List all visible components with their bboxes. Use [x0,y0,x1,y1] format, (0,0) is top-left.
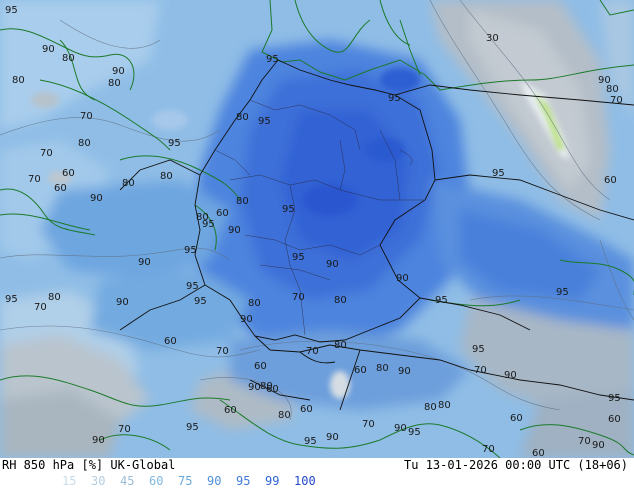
contour-label: 95 [435,295,448,306]
contour-label: 95 [258,116,271,127]
contour-label: 60 [354,365,367,376]
contour-label: 90 [240,314,253,325]
contour-label: 60 [164,336,177,347]
contour-label: 90 [326,432,339,443]
contour-label: 60 [54,183,67,194]
contour-label: 95 [472,344,485,355]
contour-label: 95 [388,93,401,104]
contour-label: 70 [216,346,229,357]
contour-label: 60 [300,404,313,415]
contour-label: 60 [532,448,545,458]
contour-label: 90 [248,382,261,393]
contour-label: 80 [334,340,347,351]
contour-label: 90 [228,225,241,236]
contour-label: 80 [62,53,75,64]
contour-label: 95 [186,422,199,433]
contour-label: 60 [604,175,617,186]
legend-item: 90 [207,474,222,488]
contour-label: 90 [592,440,605,451]
contour-label: 95 [304,436,317,447]
contour-label: 90 [92,435,105,446]
contour-label: 80 [78,138,91,149]
contour-label: 70 [306,346,319,357]
contour-label: 60 [510,413,523,424]
map-title: RH 850 hPa [%] UK-Global [2,458,176,472]
contour-label: 90 [396,273,409,284]
valid-time: Tu 13-01-2026 00:00 UTC (18+06) [404,458,628,472]
contour-label: 95 [282,204,295,215]
contour-label: 95 [184,245,197,256]
contour-label: 90 [90,193,103,204]
contour-label: 60 [216,208,229,219]
contour-label: 95 [194,296,207,307]
contour-label: 80 [236,112,249,123]
contour-label: 95 [492,168,505,179]
contour-label: 70 [578,436,591,447]
contour-label: 80 [248,298,261,309]
contour-label: 70 [118,424,131,435]
contour-label: 80 [48,292,61,303]
contour-label: 90 [394,423,407,434]
contour-label: 70 [474,365,487,376]
weather-map: 95 90 80 80 90 80 70 80 70 60 70 60 95 8… [0,0,634,458]
contour-label: 95 [202,219,215,230]
contour-label: 95 [608,393,621,404]
legend-item: 99 [265,474,280,488]
contour-label: 95 [5,5,18,16]
legend-item: 95 [236,474,251,488]
contour-label: 95 [5,294,18,305]
contour-label: 95 [292,252,305,263]
contour-label: 80 [122,178,135,189]
contour-label: 30 [486,33,499,44]
contour-label: 70 [362,419,375,430]
legend-item: 100 [294,474,316,488]
contour-label: 95 [266,54,279,65]
contour-label: 70 [28,174,41,185]
legend-item: 30 [91,474,106,488]
legend-item: 60 [149,474,164,488]
legend-item: 15 [62,474,77,488]
contour-label: 70 [610,95,623,106]
contour-label: 80 [334,295,347,306]
contour-label: 90 [42,44,55,55]
contour-label: 80 [278,410,291,421]
legend-item: 75 [178,474,193,488]
contour-label: 60 [608,414,621,425]
contour-label: 90 [112,66,125,77]
contour-label: 80 [236,196,249,207]
contour-label: 95 [168,138,181,149]
contour-label: 80 [424,402,437,413]
contour-label: 70 [40,148,53,159]
contour-label: 60 [224,405,237,416]
contour-label: 90 [326,259,339,270]
contour-label: 80 [108,78,121,89]
legend-item: 45 [120,474,135,488]
contour-label: 95 [408,427,421,438]
contour-label: 70 [292,292,305,303]
contour-label: 95 [556,287,569,298]
contour-label: 70 [34,302,47,313]
contour-label: 60 [62,168,75,179]
contour-label: 90 [138,257,151,268]
contour-label: 80 [12,75,25,86]
contour-label: 70 [482,444,495,455]
contour-label: 80 [438,400,451,411]
contour-label: 80 [606,84,619,95]
contour-label: 70 [80,111,93,122]
rh-850hpa-map: 95 90 80 80 90 80 70 80 70 60 70 60 95 8… [0,0,634,458]
contour-label: 80 [260,381,273,392]
contour-label: 90 [504,370,517,381]
humidity-field [0,0,634,458]
contour-label: 60 [254,361,267,372]
contour-label: 95 [186,281,199,292]
contour-label: 80 [160,171,173,182]
contour-label: 90 [116,297,129,308]
contour-label: 90 [398,366,411,377]
contour-label: 80 [376,363,389,374]
